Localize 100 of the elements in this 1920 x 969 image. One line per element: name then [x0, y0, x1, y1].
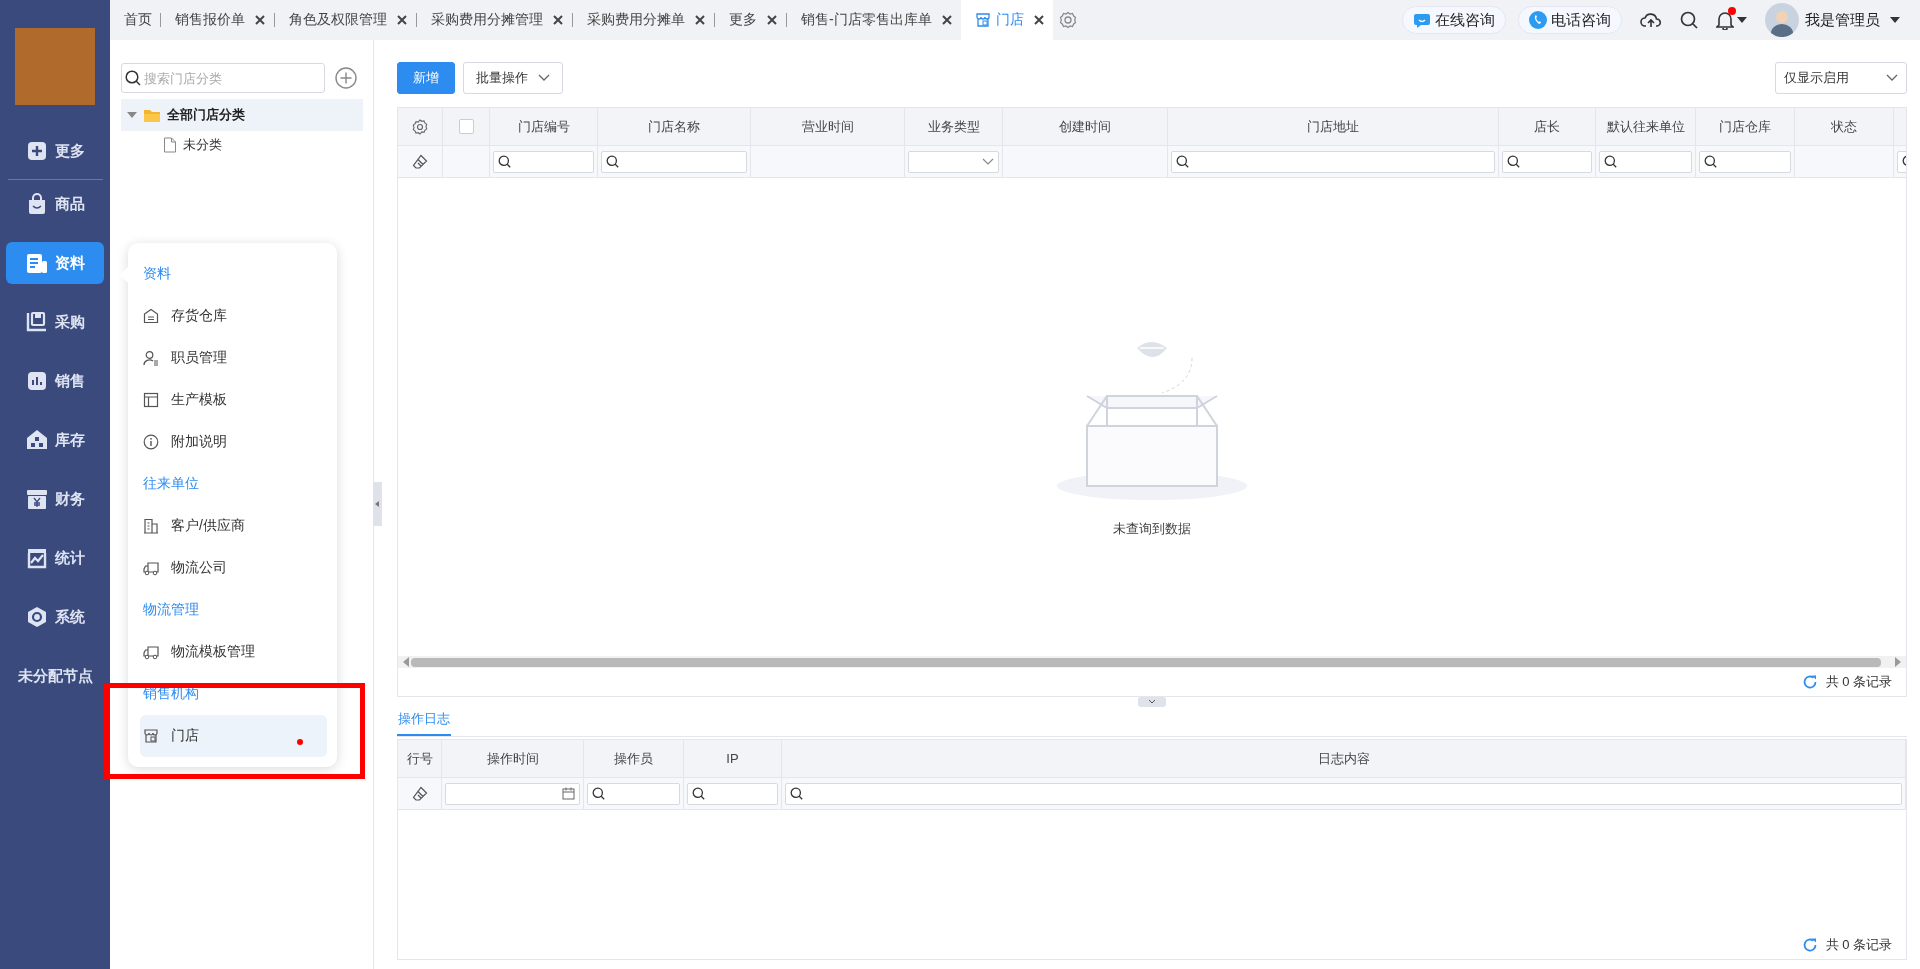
store-icon — [143, 728, 159, 744]
nav-item[interactable]: 系统 — [6, 596, 104, 638]
menu-item[interactable]: 生产模板 — [140, 379, 327, 421]
nav-item[interactable]: 库存 — [6, 419, 104, 461]
record-count: 共 0 条记录 — [1825, 936, 1892, 954]
menu-item[interactable]: 物流模板管理 — [140, 631, 327, 673]
bell-icon[interactable] — [1716, 10, 1734, 30]
truck-icon — [143, 644, 159, 660]
warehouse-icon — [143, 308, 159, 324]
column-header: IP — [726, 751, 739, 766]
chevron-down-icon — [982, 157, 994, 166]
settings-icon[interactable] — [412, 118, 428, 135]
bar-chart-icon — [25, 370, 48, 392]
truck-icon — [143, 560, 159, 576]
tree-node[interactable]: 全部门店分类 — [121, 99, 363, 131]
eraser-icon[interactable] — [411, 785, 428, 802]
close-icon[interactable] — [552, 14, 564, 26]
avatar-icon[interactable] — [1765, 3, 1799, 37]
nav-item[interactable]: 统计 — [6, 537, 104, 579]
column-header: 门店名称 — [648, 117, 700, 136]
close-icon[interactable] — [766, 14, 778, 26]
tab[interactable]: 首页 — [110, 0, 160, 40]
add-circle-icon[interactable] — [335, 67, 357, 89]
close-icon[interactable] — [254, 14, 266, 26]
calendar-icon — [562, 787, 575, 800]
search-field[interactable]: 搜索门店分类 — [121, 63, 325, 93]
horizontal-scrollbar[interactable] — [398, 656, 1906, 668]
person-icon — [143, 350, 159, 366]
collapse-toggle-icon[interactable] — [1138, 697, 1166, 707]
menu-item[interactable]: 职员管理 — [140, 337, 327, 379]
tab[interactable]: 操作日志 — [397, 710, 451, 736]
column-header: 营业时间 — [801, 117, 854, 136]
cart-icon — [25, 311, 48, 333]
status-filter-dropdown[interactable]: 仅显示启用 — [1775, 62, 1907, 94]
close-icon[interactable] — [1032, 14, 1045, 26]
nav-item[interactable]: 财务 — [6, 478, 104, 520]
record-count: 共 0 条记录 — [1825, 673, 1892, 691]
column-header: 操作时间 — [486, 749, 539, 768]
menu-item[interactable]: 门店 — [140, 715, 327, 757]
column-header: 门店地址 — [1307, 117, 1359, 136]
column-header: 门店仓库 — [1719, 117, 1771, 136]
close-icon[interactable] — [396, 14, 408, 26]
tab[interactable]: 采购费用分摊单 — [573, 0, 714, 40]
online-consult-button[interactable]: 在线咨询 — [1402, 6, 1506, 34]
store-icon — [974, 12, 991, 28]
phone-icon — [1529, 11, 1547, 29]
menu-item[interactable]: 物流公司 — [140, 547, 327, 589]
folder-icon — [143, 107, 161, 123]
select-all-checkbox[interactable] — [458, 119, 474, 134]
nav-item[interactable]: 更多 — [6, 130, 104, 172]
menu-item[interactable]: 附加说明 — [140, 421, 327, 463]
tab[interactable]: 销售报价单 — [161, 0, 274, 40]
tab[interactable]: 门店 — [960, 0, 1053, 40]
file-icon — [163, 137, 177, 153]
tree-node[interactable]: 未分类 — [121, 131, 363, 159]
menu-item[interactable]: 客户/供应商 — [140, 505, 327, 547]
chevron-down-icon — [538, 74, 550, 82]
trend-chart-icon — [25, 547, 48, 569]
caret-down-icon[interactable] — [1737, 17, 1747, 23]
column-header: 默认往来单位 — [1606, 117, 1685, 136]
close-icon[interactable] — [940, 14, 953, 26]
wallet-icon — [25, 488, 48, 510]
menu-item[interactable]: 存货仓库 — [140, 295, 327, 337]
column-header: 店长 — [1534, 117, 1560, 136]
nav-item[interactable]: 商品 — [6, 183, 104, 225]
nav-item[interactable]: 采购 — [6, 301, 104, 343]
hexagon-icon — [25, 606, 48, 628]
tab[interactable]: 采购费用分摊管理 — [417, 0, 572, 40]
column-header: 业务类型 — [927, 117, 980, 136]
document-icon — [25, 252, 48, 274]
date-field[interactable] — [445, 782, 580, 805]
empty-state-text: 未查询到数据 — [1113, 520, 1191, 538]
user-menu[interactable]: 我是管理员 — [1805, 10, 1900, 30]
layout-icon — [143, 392, 159, 408]
nav-item[interactable]: 销售 — [6, 360, 104, 402]
tab[interactable]: 销售-门店零售出库单 — [787, 0, 961, 40]
column-header: 创建时间 — [1059, 117, 1111, 136]
settings-icon[interactable] — [1058, 11, 1077, 29]
batch-operation-dropdown[interactable]: 批量操作 — [463, 62, 563, 94]
column-header: 日志内容 — [1317, 749, 1370, 768]
tab[interactable]: 角色及权限管理 — [275, 0, 416, 40]
column-header: 门店编号 — [517, 117, 570, 136]
collapse-handle[interactable] — [373, 482, 382, 526]
tab[interactable]: 更多 — [715, 0, 786, 40]
plus-icon — [25, 140, 48, 162]
info-icon — [143, 434, 159, 450]
phone-consult-button[interactable]: 电话咨询 — [1518, 6, 1622, 34]
refresh-icon[interactable] — [1801, 674, 1818, 690]
close-icon[interactable] — [694, 14, 706, 26]
caret-down-icon — [1890, 17, 1900, 23]
house-icon — [25, 429, 48, 451]
menu-section-title: 物流管理 — [142, 600, 200, 619]
chat-bubble-icon — [1413, 12, 1431, 28]
chevron-down-icon — [1886, 74, 1898, 82]
column-header: 状态 — [1831, 117, 1857, 136]
eraser-icon[interactable] — [412, 153, 428, 170]
refresh-icon[interactable] — [1801, 937, 1818, 953]
cloud-upload-icon[interactable] — [1640, 11, 1662, 29]
column-header: 操作员 — [614, 749, 653, 768]
nav-item[interactable]: 未分配节点 — [0, 655, 110, 697]
